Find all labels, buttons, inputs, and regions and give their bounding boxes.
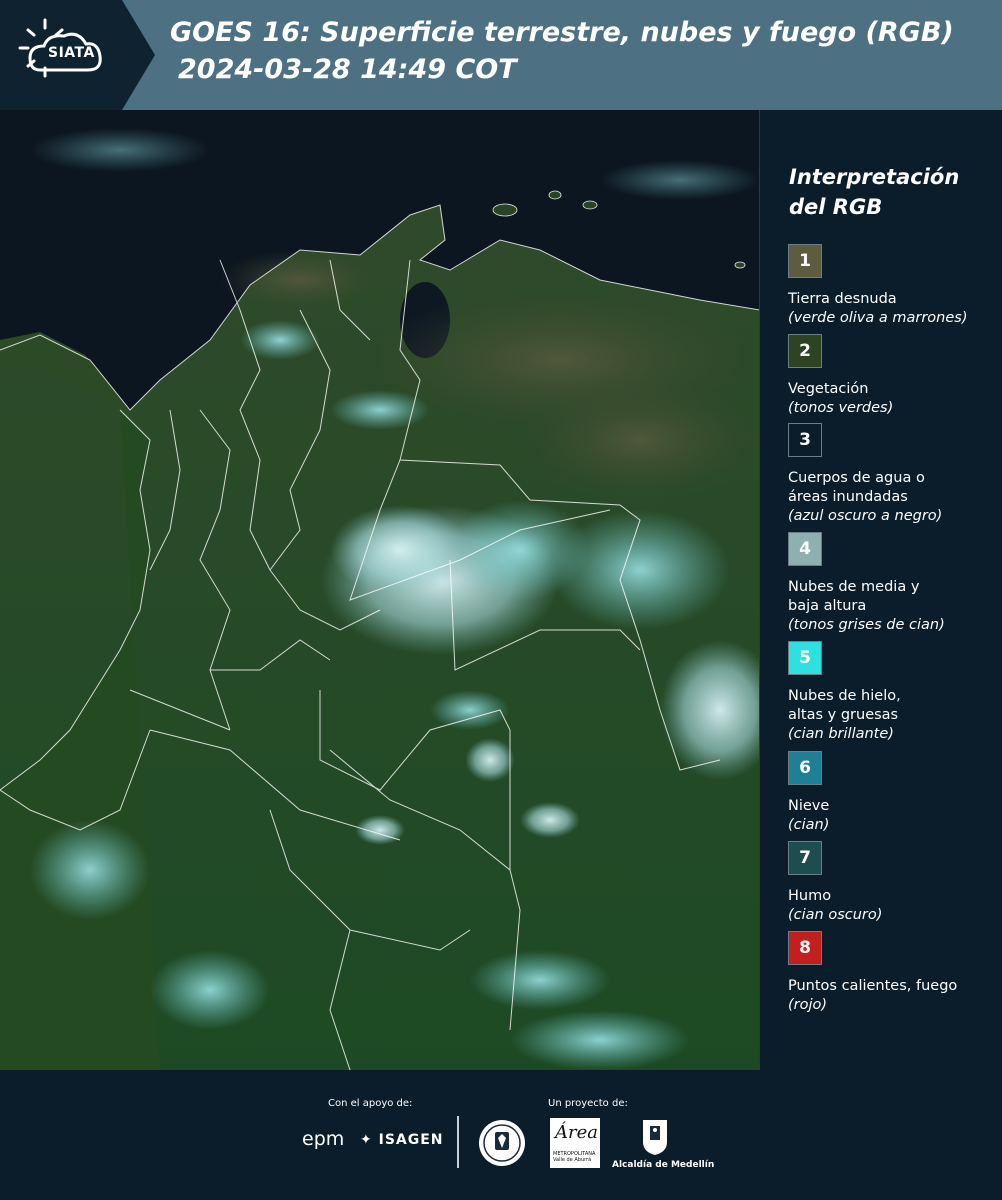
epm-logo: epm (302, 1128, 345, 1150)
legend-desc-7: (cian oscuro) (788, 907, 883, 923)
legend-label-8: Puntos calientes, fuego (788, 978, 958, 994)
title-line-2: 2024-03-28 14:49 COT (178, 54, 517, 85)
area-logo-subtext: METROPOLITANA Valle de Aburrá (553, 1151, 596, 1163)
legend-title-line-1: Interpretación (789, 165, 960, 189)
support-label: Con el apoyo de: (328, 1098, 413, 1109)
legend-swatch-1: 1 (788, 244, 822, 278)
legend-swatch-6: 6 (788, 751, 822, 785)
legend-item-7: 7 Humo (cian oscuro) (788, 841, 998, 925)
siata-logo: SIATA (0, 0, 155, 110)
legend-label-2: Vegetación (788, 381, 869, 397)
footer: Con el apoyo de: Un proyecto de: epm ✦ I… (0, 1070, 1002, 1200)
page-title: GOES 16: Superficie terrestre, nubes y f… (170, 14, 954, 88)
legend-desc-1: (verde oliva a marrones) (788, 310, 968, 326)
legend-title-line-2: del RGB (789, 195, 883, 219)
header-bar: SIATA GOES 16: Superficie terrestre, nub… (0, 0, 1002, 110)
legend-swatch-5: 5 (788, 641, 822, 675)
satellite-map (0, 110, 760, 1070)
project-label: Un proyecto de: (548, 1098, 628, 1109)
legend-item-8: 8 Puntos calientes, fuego (rojo) (788, 931, 998, 1015)
legend-swatch-2: 2 (788, 334, 822, 368)
legend-swatch-4: 4 (788, 532, 822, 566)
legend-label-3: Cuerpos de agua o áreas inundadas (788, 470, 925, 505)
legend-swatch-8: 8 (788, 931, 822, 965)
legend-item-6: 6 Nieve (cian) (788, 751, 998, 835)
legend-panel: Interpretación del RGB 1 Tierra desnuda … (775, 110, 1002, 1070)
siata-logo-text: SIATA (48, 45, 95, 61)
legend-title: Interpretación del RGB (789, 162, 994, 222)
legend-label-1: Tierra desnuda (788, 291, 897, 307)
legend-label-6: Nieve (788, 798, 830, 814)
legend-label-7: Humo (788, 888, 832, 904)
legend-desc-6: (cian) (788, 817, 830, 833)
title-line-1: GOES 16: Superficie terrestre, nubes y f… (170, 17, 954, 48)
legend-item-4: 4 Nubes de media y baja altura (tonos gr… (788, 532, 998, 635)
legend-label-5: Nubes de hielo, altas y gruesas (788, 688, 901, 723)
area-metropolitana-logo: Área METROPOLITANA Valle de Aburrá (550, 1118, 600, 1168)
footer-divider (457, 1116, 459, 1168)
legend-item-2: 2 Vegetación (tonos verdes) (788, 334, 998, 418)
legend-item-3: 3 Cuerpos de agua o áreas inundadas (azu… (788, 423, 998, 526)
legend-desc-8: (rojo) (788, 997, 828, 1013)
isagen-logo-text: ISAGEN (378, 1132, 444, 1148)
legend-desc-5: (cian brillante) (788, 726, 894, 742)
legend-swatch-3: 3 (788, 423, 822, 457)
area-logo-text: Área (555, 1122, 598, 1143)
alcaldia-shield-icon (643, 1120, 667, 1155)
legend-item-1: 1 Tierra desnuda (verde oliva a marrones… (788, 244, 998, 328)
legend-desc-3: (azul oscuro a negro) (788, 508, 943, 524)
legend-desc-2: (tonos verdes) (788, 400, 894, 416)
legend-item-5: 5 Nubes de hielo, altas y gruesas (cian … (788, 641, 998, 744)
legend-desc-4: (tonos grises de cian) (788, 617, 945, 633)
isagen-star-icon: ✦ (360, 1132, 373, 1148)
isagen-logo: ✦ ISAGEN (360, 1132, 444, 1148)
legend-swatch-7: 7 (788, 841, 822, 875)
university-seal-icon (479, 1120, 525, 1166)
legend-label-4: Nubes de media y baja altura (788, 579, 920, 614)
alcaldia-label: Alcaldía de Medellín (612, 1160, 715, 1170)
